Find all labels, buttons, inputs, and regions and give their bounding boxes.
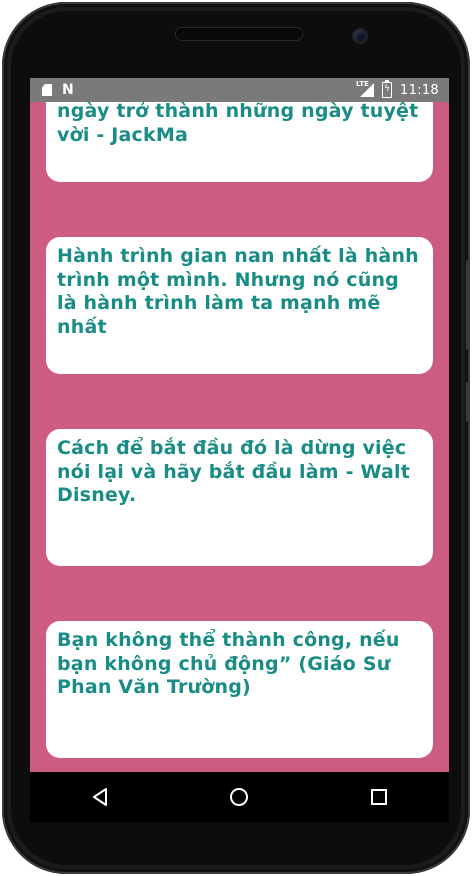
recents-icon [371, 789, 388, 805]
home-icon [230, 788, 249, 806]
quote-card[interactable]: Bạn không thể thành công, nếu bạn không … [46, 621, 433, 758]
recents-button[interactable] [359, 777, 399, 817]
power-button[interactable] [466, 382, 470, 422]
network-type-label: LTE [356, 80, 369, 88]
quote-card[interactable]: Hành trình gian nan nhất là hành trình m… [46, 237, 433, 374]
phone-frame: N LTE ϟ 11:18 Khó khăn lớn nhất của nhữn… [2, 2, 470, 874]
quote-text: Hành trình gian nan nhất là hành trình m… [57, 245, 419, 338]
back-icon [92, 788, 107, 806]
status-bar: N LTE ϟ 11:18 [30, 78, 449, 102]
status-clock: 11:18 [400, 82, 439, 98]
earpiece-speaker [176, 28, 302, 40]
home-button[interactable] [219, 777, 259, 817]
device-screen: N LTE ϟ 11:18 Khó khăn lớn nhất của nhữn… [30, 78, 449, 822]
quote-list[interactable]: Khó khăn lớn nhất của những người thành … [30, 78, 449, 772]
volume-button[interactable] [466, 260, 470, 350]
quote-card[interactable]: Cách để bắt đầu đó là dừng việc nói lại … [46, 429, 433, 566]
quote-text: Cách để bắt đầu đó là dừng việc nói lại … [57, 437, 410, 506]
front-camera-icon [354, 30, 366, 42]
signal-icon: LTE [356, 80, 375, 97]
navigation-bar [30, 772, 449, 822]
back-button[interactable] [80, 777, 120, 817]
n-notification-icon: N [62, 82, 74, 98]
battery-charging-icon: ϟ [382, 80, 393, 98]
sd-card-icon [42, 84, 52, 96]
quote-text: Bạn không thể thành công, nếu bạn không … [57, 629, 400, 698]
